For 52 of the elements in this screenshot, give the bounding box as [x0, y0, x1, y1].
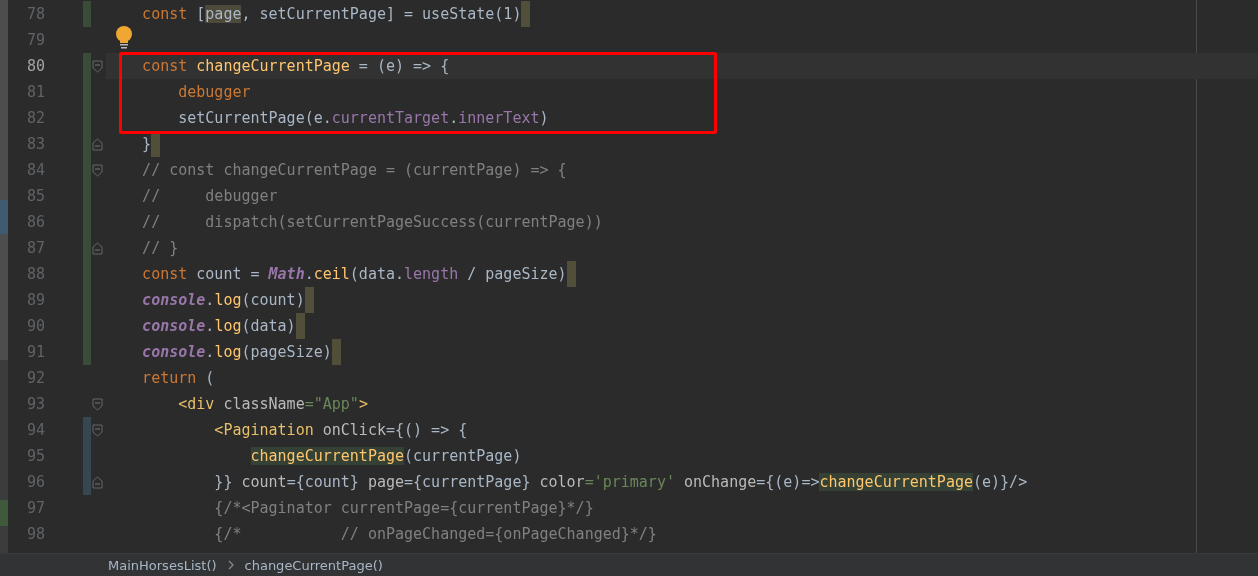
breadcrumb-item[interactable]: changeCurrentPage() — [244, 557, 383, 573]
code-line: const count = Math.ceil(data.length / pageSize) — [141, 264, 567, 285]
fold-icon[interactable] — [92, 241, 103, 255]
line-number: 88 — [25, 264, 46, 285]
code-line: changeCurrentPage(currentPage) — [249, 446, 522, 467]
fold-icon[interactable] — [92, 59, 103, 73]
line-number: 82 — [25, 108, 46, 129]
code-line: <div className="App"> — [177, 394, 368, 415]
line-number: 92 — [25, 368, 46, 389]
line-number: 80 — [25, 56, 46, 77]
line-number: 84 — [25, 160, 46, 181]
code-line: // dispatch(setCurrentPageSuccess(currentPage)) — [141, 212, 603, 233]
line-number: 94 — [25, 420, 46, 441]
line-number: 81 — [25, 82, 46, 103]
line-number: 85 — [25, 186, 46, 207]
fold-icon[interactable] — [92, 475, 103, 489]
fold-icon[interactable] — [92, 163, 103, 177]
code-line: {/*<Paginator currentPage={currentPage}*/} — [213, 498, 594, 519]
code-line: const [page, setCurrentPage] = useState(1) — [141, 4, 522, 25]
code-line: {/* // onPageChanged={onPageChanged}*/} — [213, 524, 657, 545]
chevron-icon — [226, 560, 235, 570]
line-number: 83 — [25, 134, 46, 155]
code-line: return ( — [141, 368, 215, 389]
line-number: 78 — [25, 4, 46, 25]
code-line: } — [141, 134, 152, 155]
line-number: 79 — [25, 30, 46, 51]
line-number: 89 — [25, 290, 46, 311]
line-number: 93 — [25, 394, 46, 415]
fold-icon[interactable] — [92, 397, 103, 411]
breadcrumb-item[interactable]: MainHorsesList() — [108, 557, 217, 573]
line-number: 96 — [25, 472, 46, 493]
code-line: console.log(count) — [141, 290, 305, 311]
code-line: // const changeCurrentPage = (currentPage) => { — [141, 160, 567, 181]
code-line: const changeCurrentPage = (e) => { — [141, 56, 450, 77]
code-line: setCurrentPage(e.currentTarget.innerText) — [177, 108, 549, 129]
line-number: 97 — [25, 498, 46, 519]
fold-icon[interactable] — [92, 137, 103, 151]
code-line: <Pagination onClick={() => { — [213, 420, 468, 441]
code-line: debugger — [177, 82, 251, 103]
code-line: console.log(data) — [141, 316, 296, 337]
fold-icon[interactable] — [92, 423, 103, 437]
code-line: // debugger — [141, 186, 278, 207]
line-number: 95 — [25, 446, 46, 467]
line-number: 86 — [25, 212, 46, 233]
line-number: 90 — [25, 316, 46, 337]
line-number: 91 — [25, 342, 46, 363]
code-line: }} count={count} page={currentPage} color='primary' onChange={(e)=>changeCurrentPage(e)}/> — [213, 472, 1028, 493]
lightbulb-icon[interactable] — [115, 25, 133, 49]
code-line: // } — [141, 238, 179, 259]
line-number: 87 — [25, 238, 46, 259]
line-number: 98 — [25, 524, 46, 545]
code-line: console.log(pageSize) — [141, 342, 332, 363]
